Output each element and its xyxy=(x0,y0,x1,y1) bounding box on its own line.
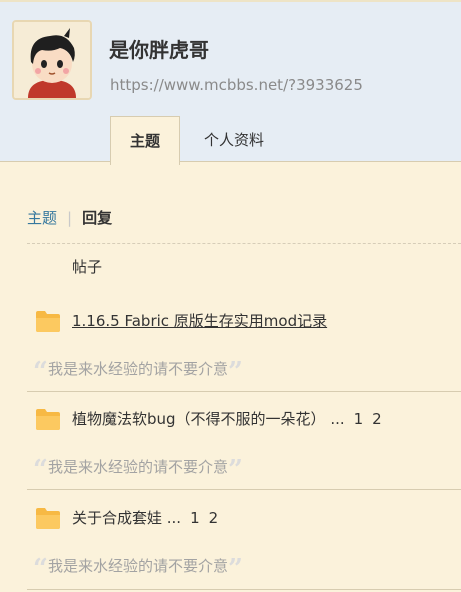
page-link-1[interactable]: 1 xyxy=(190,509,200,527)
close-quote-icon: ” xyxy=(227,357,243,387)
list-header: 帖子 xyxy=(72,258,103,276)
folder-icon xyxy=(36,311,60,332)
subnav: 主题 | 回复 xyxy=(27,207,112,229)
dashed-divider xyxy=(27,243,461,244)
reply-quote: “我是来水经验的请不要介意” xyxy=(33,555,243,582)
reply-text: 我是来水经验的请不要介意 xyxy=(47,557,228,575)
close-quote-icon: ” xyxy=(227,554,243,584)
thread-title-row: 植物魔法软bug（不得不服的一朵花） ... 1 2 xyxy=(72,408,382,430)
folder-icon xyxy=(36,409,60,430)
page-link-1[interactable]: 1 xyxy=(354,410,364,428)
reply-text: 我是来水经验的请不要介意 xyxy=(47,458,228,476)
page-link-2[interactable]: 2 xyxy=(372,410,382,428)
thread-title-row: 关于合成套娃 ... 1 2 xyxy=(72,507,218,529)
subnav-replies[interactable]: 回复 xyxy=(82,209,112,227)
profile-header: 是你胖虎哥 https://www.mcbbs.net/?3933625 主题 … xyxy=(0,0,461,165)
open-quote-icon: “ xyxy=(33,357,48,387)
avatar-image xyxy=(14,22,90,98)
tab-topics[interactable]: 主题 xyxy=(110,116,180,165)
tab-profile[interactable]: 个人资料 xyxy=(184,116,284,164)
close-quote-icon: ” xyxy=(227,455,243,485)
subnav-topics-link[interactable]: 主题 xyxy=(27,209,57,227)
avatar[interactable] xyxy=(12,20,92,100)
open-quote-icon: “ xyxy=(33,455,48,485)
thread-title[interactable]: 植物魔法软bug（不得不服的一朵花） ... xyxy=(72,410,345,428)
row-divider xyxy=(27,391,461,392)
username[interactable]: 是你胖虎哥 xyxy=(109,38,209,62)
reply-text: 我是来水经验的请不要介意 xyxy=(47,360,228,378)
row-divider xyxy=(27,589,461,590)
open-quote-icon: “ xyxy=(33,554,48,584)
reply-quote: “我是来水经验的请不要介意” xyxy=(33,358,243,385)
page-link-2[interactable]: 2 xyxy=(209,509,219,527)
thread-title[interactable]: 关于合成套娃 ... xyxy=(72,509,181,527)
subnav-separator: | xyxy=(67,209,73,227)
reply-quote: “我是来水经验的请不要介意” xyxy=(33,456,243,483)
thread-title[interactable]: 1.16.5 Fabric 原版生存实用mod记录 xyxy=(72,310,327,332)
folder-icon xyxy=(36,508,60,529)
profile-url[interactable]: https://www.mcbbs.net/?3933625 xyxy=(110,75,363,95)
row-divider xyxy=(27,489,461,490)
